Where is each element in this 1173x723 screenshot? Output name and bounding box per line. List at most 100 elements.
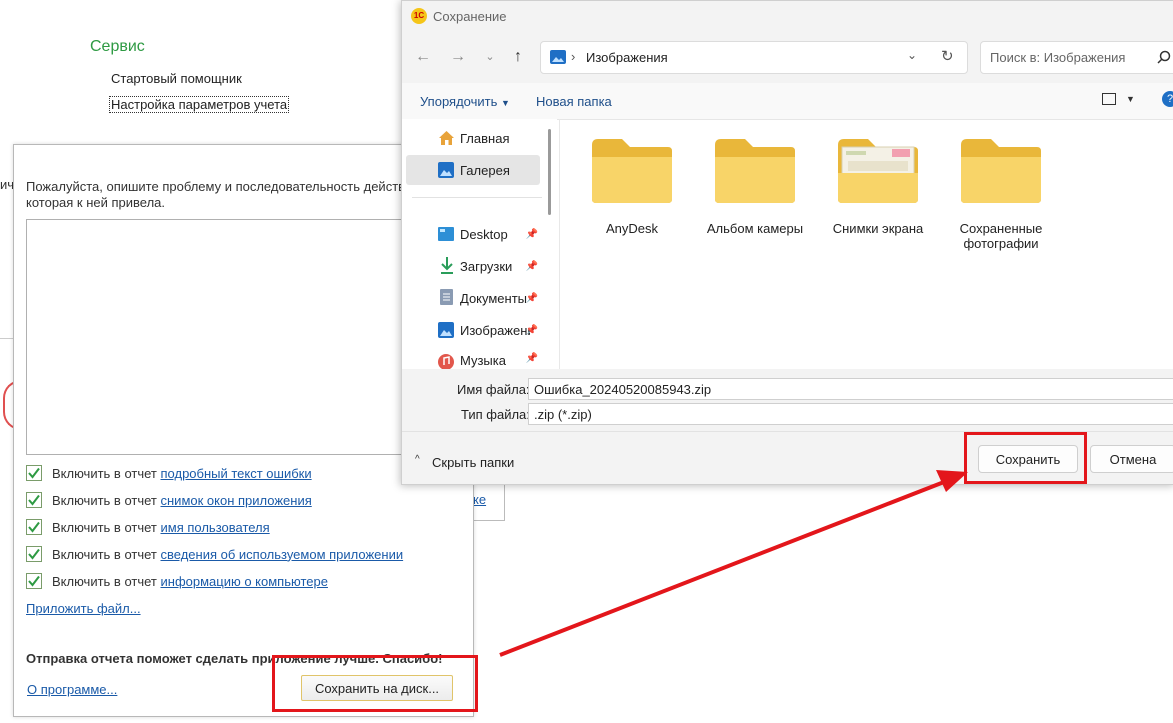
computer-info-checkbox[interactable] (26, 573, 42, 589)
sidebar-scrollbar[interactable] (548, 129, 551, 215)
up-arrow-icon[interactable]: ↑ (506, 45, 530, 69)
recent-chevron-icon[interactable]: ⌄ (478, 45, 502, 69)
file-list-pane: AnyDesk Альбом камеры Снимки экрана Сохр… (559, 119, 1173, 369)
service-section-title: Сервис (90, 38, 145, 55)
folder-item[interactable]: Альбом камеры (705, 137, 805, 236)
pin-icon[interactable]: 📌 (526, 293, 538, 304)
desktop-icon (438, 227, 454, 241)
view-caret-icon[interactable]: ▼ (1126, 94, 1135, 104)
error-text-link[interactable]: подробный текст ошибки (161, 466, 312, 481)
back-arrow-icon[interactable]: ← (411, 45, 435, 69)
folder-name: Снимки экрана (832, 221, 924, 236)
sidebar-divider (412, 197, 542, 198)
include-label: Включить в отчет (52, 465, 157, 481)
sidebar-item-documents[interactable]: Документы 📌 (406, 283, 540, 313)
chevron-up-icon[interactable]: ^ (415, 454, 420, 465)
about-program-link[interactable]: О программе... (27, 682, 117, 697)
navigation-pane: Главная Галерея Desktop 📌 Загрузки 📌 Док… (402, 119, 557, 369)
sidebar-item-home[interactable]: Главная (406, 123, 540, 153)
folder-name: Альбом камеры (706, 221, 804, 236)
attach-file-link[interactable]: Приложить файл... (26, 601, 141, 616)
breadcrumb-chevron-icon: › (571, 49, 576, 64)
pin-icon[interactable]: 📌 (526, 325, 538, 336)
sidebar-item-pictures[interactable]: Изображения 📌 (406, 315, 540, 345)
include-screenshot-row: Включить в отчет снимок окон приложения (26, 490, 312, 510)
include-label: Включить в отчет (52, 546, 157, 562)
username-link[interactable]: имя пользователя (161, 520, 270, 535)
dialog-toolbar: Упорядочить ▼ Новая папка ▼ ? (402, 83, 1173, 120)
app-info-link[interactable]: сведения об используемом приложении (161, 547, 404, 562)
folder-item[interactable]: AnyDesk (582, 137, 682, 236)
search-box[interactable]: Поиск в: Изображения (980, 41, 1173, 74)
pin-icon[interactable]: 📌 (526, 229, 538, 240)
home-icon (439, 131, 454, 145)
pictures-icon (438, 322, 454, 338)
annotation-frame-save (964, 432, 1087, 484)
dialog-title: Сохранение (433, 9, 507, 24)
report-description-text: Пожалуйста, опишите проблему и последова… (26, 179, 424, 210)
forward-arrow-icon[interactable]: → (446, 45, 470, 69)
breadcrumb-current[interactable]: Изображения (586, 50, 668, 65)
filename-input[interactable]: Ошибка_20240520085943.zip (528, 378, 1173, 400)
organize-menu[interactable]: Упорядочить ▼ (420, 94, 510, 109)
cancel-button[interactable]: Отмена (1090, 445, 1173, 473)
folder-item[interactable]: Снимки экрана (828, 137, 928, 236)
sidebar-item-label: Desktop (460, 226, 508, 242)
filetype-label: Тип файла: (461, 407, 530, 422)
accounting-settings-link[interactable]: Настройка параметров учета (109, 96, 290, 113)
sidebar-item-label: Галерея (460, 162, 510, 178)
include-username-row: Включить в отчет имя пользователя (26, 517, 270, 537)
folder-icon (715, 139, 795, 203)
background-panel-fragment: ке (471, 483, 505, 521)
sidebar-item-gallery[interactable]: Галерея (406, 155, 540, 185)
background-divider (0, 338, 13, 339)
sidebar-item-label: Загрузки (460, 258, 513, 274)
folder-icon (592, 139, 672, 203)
background-text-fragment: ич (0, 177, 15, 192)
include-computer-info-row: Включить в отчет информацию о компьютере (26, 571, 328, 591)
username-checkbox[interactable] (26, 519, 42, 535)
path-breadcrumb[interactable]: › Изображения ⌄ ↻ (540, 41, 968, 74)
folder-item[interactable]: Сохраненные фотографии (951, 137, 1051, 251)
dialog-titlebar: 1С Сохранение (402, 1, 1173, 31)
sidebar-item-label: Изображения (460, 322, 530, 338)
computer-info-link[interactable]: информацию о компьютере (161, 574, 328, 589)
include-error-text-row: Включить в отчет подробный текст ошибки (26, 463, 312, 483)
start-assistant-link[interactable]: Стартовый помощник (111, 71, 242, 86)
documents-icon (440, 289, 453, 305)
include-app-info-row: Включить в отчет сведения об используемо… (26, 544, 403, 564)
refresh-icon[interactable]: ↻ (941, 47, 954, 65)
view-toggle-icon[interactable] (1102, 93, 1116, 105)
include-label: Включить в отчет (52, 519, 157, 535)
music-icon (438, 354, 454, 369)
address-bar: ← → ⌄ ↑ › Изображения ⌄ ↻ Поиск в: Изобр… (402, 31, 1173, 83)
screenshot-link[interactable]: снимок окон приложения (161, 493, 312, 508)
gallery-icon (438, 162, 454, 178)
sidebar-item-desktop[interactable]: Desktop 📌 (406, 219, 540, 249)
organize-label: Упорядочить (420, 94, 498, 109)
sidebar-item-downloads[interactable]: Загрузки 📌 (406, 251, 540, 281)
annotation-frame-save-to-disk (272, 655, 478, 712)
screenshot-checkbox[interactable] (26, 492, 42, 508)
filetype-select[interactable]: .zip (*.zip) (528, 403, 1173, 425)
pin-icon[interactable]: 📌 (526, 261, 538, 272)
hide-folders-toggle[interactable]: Скрыть папки (432, 455, 514, 470)
sidebar-item-label: Главная (460, 130, 510, 146)
search-input[interactable]: Поиск в: Изображения (990, 50, 1125, 65)
downloads-icon (441, 257, 453, 274)
help-icon[interactable]: ? (1162, 91, 1173, 107)
app-1c-icon: 1С (411, 8, 427, 24)
save-file-dialog: 1С Сохранение ← → ⌄ ↑ › Изображения ⌄ ↻ … (401, 0, 1173, 485)
path-dropdown-icon[interactable]: ⌄ (907, 48, 917, 62)
app-info-checkbox[interactable] (26, 546, 42, 562)
folder-name: AnyDesk (605, 221, 659, 236)
include-label: Включить в отчет (52, 492, 157, 508)
error-text-checkbox[interactable] (26, 465, 42, 481)
new-folder-button[interactable]: Новая папка (536, 94, 612, 109)
sidebar-item-music[interactable]: Музыка 📌 (406, 347, 540, 369)
background-link-fragment[interactable]: ке (473, 492, 486, 507)
filename-label: Имя файла: (457, 382, 530, 397)
sidebar-item-label: Музыка (460, 353, 506, 368)
search-icon[interactable] (1157, 50, 1171, 64)
pin-icon[interactable]: 📌 (526, 353, 538, 364)
